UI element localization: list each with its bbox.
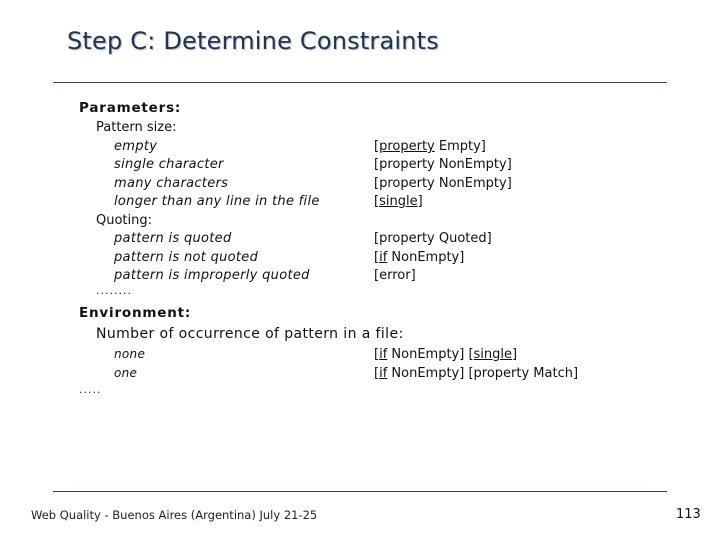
- choice-none: none: [114, 347, 146, 361]
- constraint-quoted: [property Quoted]: [374, 231, 492, 246]
- constraint-improperly-quoted: [error]: [374, 268, 416, 283]
- choice-one: one: [114, 366, 138, 380]
- constraint-none: [if NonEmpty] [single]: [374, 347, 518, 362]
- environment-heading: Environment:: [79, 305, 192, 321]
- environment-ellipsis: .....: [79, 383, 102, 396]
- constraint-not-quoted: [if NonEmpty]: [374, 250, 465, 265]
- page-number: 113: [676, 507, 701, 522]
- footer-text: Web Quality - Buenos Aires (Argentina) J…: [31, 508, 318, 522]
- choice-single-character: single character: [114, 157, 224, 172]
- choice-many-characters: many characters: [114, 176, 229, 191]
- footer-divider: [53, 491, 667, 492]
- slide-title: Step C: Determine Constraints: [67, 27, 439, 55]
- choice-not-quoted: pattern is not quoted: [114, 250, 259, 265]
- constraint-many-characters: [property NonEmpty]: [374, 176, 512, 191]
- constraint-single-character: [property NonEmpty]: [374, 157, 512, 172]
- choice-empty: empty: [114, 139, 158, 154]
- constraint-one: [if NonEmpty] [property Match]: [374, 366, 579, 381]
- constraint-empty: [property Empty]: [374, 139, 486, 154]
- choice-longer-than-line: longer than any line in the file: [114, 194, 320, 209]
- occurrence-label: Number of occurrence of pattern in a fil…: [96, 326, 404, 342]
- title-divider: [53, 82, 667, 83]
- choice-quoted: pattern is quoted: [114, 231, 232, 246]
- constraint-longer-than-line: [single]: [374, 194, 423, 209]
- parameters-heading: Parameters:: [79, 100, 182, 116]
- quoting-label: Quoting:: [96, 213, 153, 228]
- choice-improperly-quoted: pattern is improperly quoted: [114, 268, 310, 283]
- parameters-ellipsis: ........: [96, 284, 132, 297]
- pattern-size-label: Pattern size:: [96, 120, 177, 135]
